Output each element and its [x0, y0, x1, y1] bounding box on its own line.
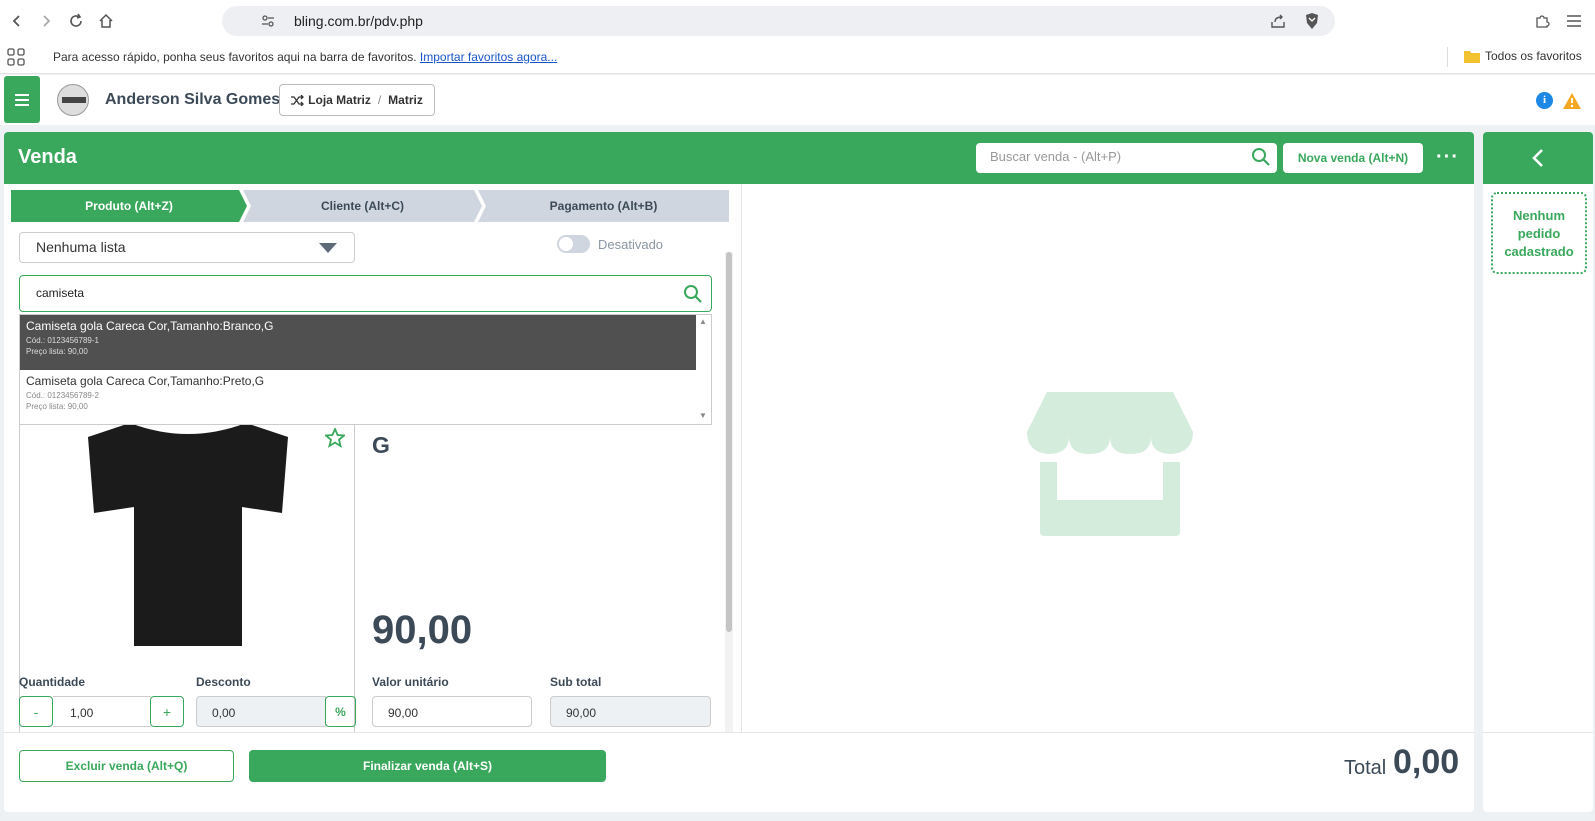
home-icon[interactable]	[95, 10, 117, 32]
total-label: Total	[1344, 757, 1387, 779]
quantity-label: Quantidade	[19, 675, 86, 689]
empty-orders-message: Nenhum pedido cadastrado	[1491, 192, 1587, 274]
address-bar[interactable]: bling.com.br/pdv.php	[222, 6, 1335, 36]
more-options-icon[interactable]: ···	[1436, 146, 1459, 169]
apps-icon[interactable]	[7, 48, 25, 69]
toggle-label: Desativado	[598, 237, 664, 252]
quantity-input[interactable]: 1,00	[53, 696, 151, 727]
store-icon	[1027, 392, 1193, 541]
page-title: Venda	[18, 146, 77, 168]
share-icon[interactable]	[1270, 13, 1286, 34]
result-code: Cód.: 0123456789-2	[26, 391, 99, 400]
star-icon[interactable]	[323, 426, 347, 453]
tab-customer[interactable]: Cliente (Alt+C)	[243, 190, 482, 222]
scroll-up-icon[interactable]: ▲	[699, 317, 707, 326]
forward-icon[interactable]	[35, 10, 57, 32]
store-separator: /	[377, 93, 382, 107]
product-panel-scrollbar[interactable]	[725, 252, 733, 732]
sale-search-input[interactable]	[990, 149, 1240, 164]
info-icon[interactable]: i	[1536, 92, 1553, 109]
product-price: 90,00	[372, 608, 473, 652]
search-result-item[interactable]: Camiseta gola Careca Cor,Tamanho:Preto,G…	[20, 370, 696, 425]
bookmarks-hint: Para acesso rápido, ponha seus favoritos…	[53, 50, 558, 64]
sale-header: Venda Nova venda (Alt+N) ···	[4, 132, 1474, 184]
brave-shield-icon[interactable]	[1304, 12, 1320, 35]
tab-product[interactable]: Produto (Alt+Z)	[11, 190, 247, 222]
sale-footer: Excluir venda (Alt+Q) Finalizar venda (A…	[4, 732, 1474, 812]
folder-icon	[1464, 50, 1480, 63]
warning-icon[interactable]	[1562, 92, 1582, 110]
result-price: Preço lista: 90,00	[26, 347, 88, 356]
import-bookmarks-link[interactable]: Importar favoritos agora...	[420, 50, 557, 64]
search-results-dropdown: Camiseta gola Careca Cor,Tamanho:Branco,…	[19, 314, 712, 425]
discount-label: Desconto	[196, 675, 251, 689]
unit-value-label: Valor unitário	[372, 675, 449, 689]
search-icon[interactable]	[1251, 147, 1271, 172]
unit-value-input[interactable]: 90,00	[372, 696, 532, 727]
extensions-icon[interactable]	[1531, 10, 1553, 32]
price-list-toggle[interactable]	[557, 235, 590, 253]
browser-toolbar: bling.com.br/pdv.php	[0, 0, 1595, 42]
hamburger-icon[interactable]	[4, 76, 40, 123]
search-result-item[interactable]: Camiseta gola Careca Cor,Tamanho:Branco,…	[20, 315, 696, 370]
price-list-value: Nenhuma lista	[36, 239, 126, 255]
browser-menu-icon[interactable]	[1563, 10, 1585, 32]
reload-icon[interactable]	[65, 10, 87, 32]
collapse-panel-button[interactable]	[1483, 132, 1593, 184]
shuffle-icon	[291, 94, 305, 106]
quantity-increment-button[interactable]: +	[150, 696, 184, 727]
separator	[1447, 47, 1448, 67]
product-search-box[interactable]	[19, 275, 712, 312]
panel-divider	[741, 184, 742, 739]
result-title: Camiseta gola Careca Cor,Tamanho:Preto,G	[26, 374, 265, 388]
quantity-decrement-button[interactable]: -	[19, 696, 53, 727]
discount-input[interactable]: 0,00	[196, 696, 326, 727]
product-search-input[interactable]	[36, 286, 636, 300]
price-list-select[interactable]: Nenhuma lista	[19, 232, 355, 263]
delete-sale-button[interactable]: Excluir venda (Alt+Q)	[19, 750, 234, 782]
store-sub-label: Matriz	[388, 93, 423, 107]
store-label: Loja Matriz	[308, 93, 371, 107]
result-code: Cód.: 0123456789-1	[26, 336, 99, 345]
dropdown-scrollbar[interactable]: ▲ ▼	[696, 315, 711, 424]
orders-panel: Nenhum pedido cadastrado	[1483, 132, 1593, 812]
sale-steps: Produto (Alt+Z) Cliente (Alt+C) Pagament…	[11, 190, 729, 222]
store-switch-button[interactable]: Loja Matriz / Matriz	[279, 84, 435, 116]
sale-panel: Venda Nova venda (Alt+N) ··· Produto (Al…	[4, 132, 1474, 812]
finish-sale-button[interactable]: Finalizar venda (Alt+S)	[249, 750, 606, 782]
user-name: Anderson Silva Gomes	[105, 91, 281, 108]
result-price: Preço lista: 90,00	[26, 402, 88, 411]
back-icon[interactable]	[6, 10, 28, 32]
result-title: Camiseta gola Careca Cor,Tamanho:Branco,…	[26, 319, 274, 333]
subtotal-label: Sub total	[550, 675, 602, 689]
search-icon[interactable]	[683, 284, 703, 309]
all-bookmarks-label: Todos os favoritos	[1485, 49, 1582, 63]
url-text: bling.com.br/pdv.php	[294, 13, 423, 29]
discount-type-button[interactable]: %	[325, 696, 356, 727]
chevron-left-icon	[1532, 149, 1543, 167]
chevron-down-icon	[319, 243, 337, 253]
site-info-icon[interactable]	[260, 13, 276, 34]
bookmarks-bar: Para acesso rápido, ponha seus favoritos…	[0, 42, 1595, 74]
avatar[interactable]	[57, 84, 89, 116]
all-bookmarks-folder[interactable]: Todos os favoritos	[1464, 49, 1582, 63]
new-sale-button[interactable]: Nova venda (Alt+N)	[1283, 143, 1423, 173]
subtotal-field: 90,00	[550, 696, 711, 727]
scroll-down-icon[interactable]: ▼	[699, 411, 707, 420]
total-value: 0,00	[1393, 743, 1460, 781]
sale-search-box[interactable]	[976, 143, 1277, 173]
tab-payment[interactable]: Pagamento (Alt+B)	[478, 190, 729, 222]
separator	[1483, 732, 1593, 733]
